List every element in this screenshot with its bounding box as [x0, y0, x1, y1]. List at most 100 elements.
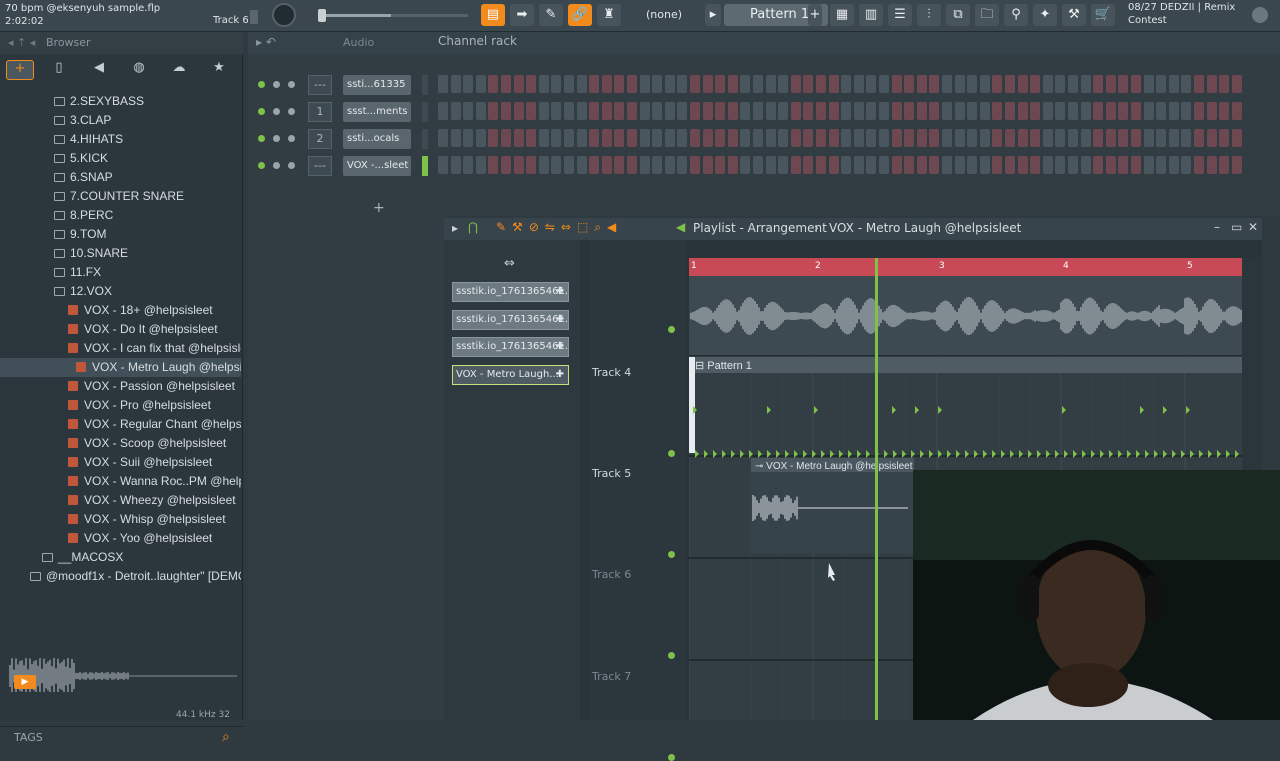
step-button[interactable] [828, 156, 839, 174]
step-button[interactable] [841, 156, 852, 174]
step-button[interactable] [576, 156, 587, 174]
step-button[interactable] [475, 156, 486, 174]
browser-folder-item[interactable]: @moodf1x - Detroit..laughter" [DEMO] [0, 567, 241, 586]
step-button[interactable] [828, 102, 839, 120]
step-button[interactable] [866, 102, 877, 120]
step-button[interactable] [475, 102, 486, 120]
channel-row[interactable]: --- ssti...61335 [248, 74, 1248, 96]
fl-logo-icon[interactable] [1252, 7, 1268, 23]
step-button[interactable] [778, 102, 789, 120]
step-button[interactable] [690, 75, 700, 93]
pattern-prev-icon[interactable]: ▸ [705, 4, 721, 26]
step-button[interactable] [765, 75, 776, 93]
browser-folder-item[interactable]: 7.COUNTER SNARE [0, 187, 241, 206]
step-button[interactable] [601, 102, 612, 120]
snap-selector[interactable]: (none) [646, 8, 682, 21]
step-button[interactable] [450, 102, 461, 120]
step-button[interactable] [979, 75, 990, 93]
step-button[interactable] [526, 156, 537, 174]
browser-sample-item[interactable]: VOX - Wheezy @helpsisleet [0, 491, 241, 510]
step-button[interactable] [765, 102, 776, 120]
step-button[interactable] [538, 129, 549, 147]
step-button[interactable] [853, 102, 864, 120]
step-button[interactable] [576, 75, 587, 93]
step-button[interactable] [816, 129, 826, 147]
step-button[interactable] [677, 75, 688, 93]
step-button[interactable] [1168, 75, 1179, 93]
step-button[interactable] [1219, 129, 1230, 147]
step-button[interactable] [727, 156, 738, 174]
step-button[interactable] [639, 156, 650, 174]
step-button[interactable] [979, 129, 990, 147]
step-button[interactable] [942, 129, 952, 147]
step-button[interactable] [450, 75, 461, 93]
tools-icon[interactable]: ✦ [1033, 4, 1057, 26]
browser-sample-item[interactable]: VOX - Whisp @helpsisleet [0, 510, 241, 529]
step-button[interactable] [727, 75, 738, 93]
step-button[interactable] [1181, 156, 1192, 174]
plugin-icon[interactable]: ⚲ [1004, 4, 1028, 26]
step-button[interactable] [513, 156, 524, 174]
browser-folder-item[interactable]: 3.CLAP [0, 111, 241, 130]
timeline-ruler[interactable]: 1 2 3 4 5 [689, 258, 1242, 276]
step-button[interactable] [891, 102, 902, 120]
step-button[interactable] [1080, 102, 1091, 120]
step-button[interactable] [727, 102, 738, 120]
step-button[interactable] [1181, 129, 1192, 147]
step-button[interactable] [1017, 75, 1028, 93]
step-button[interactable] [538, 75, 549, 93]
step-button[interactable] [564, 129, 574, 147]
step-button[interactable] [954, 156, 965, 174]
step-button[interactable] [526, 102, 537, 120]
step-button[interactable] [438, 129, 448, 147]
step-button[interactable] [576, 102, 587, 120]
step-button[interactable] [979, 156, 990, 174]
step-button[interactable] [450, 156, 461, 174]
step-button[interactable] [1181, 75, 1192, 93]
all-icon[interactable]: + [6, 60, 34, 80]
step-button[interactable] [816, 156, 826, 174]
step-button[interactable] [1005, 75, 1015, 93]
picker-clip[interactable]: ssstik.io_1761365461... ✚ [452, 337, 569, 357]
step-button[interactable] [790, 75, 801, 93]
step-button[interactable] [538, 156, 549, 174]
channel-knob-icon[interactable] [288, 108, 295, 115]
browser-folder-item[interactable]: 5.KICK [0, 149, 241, 168]
step-button[interactable] [438, 156, 448, 174]
browser-sample-item[interactable]: VOX - Metro Laugh @helpsisleet [0, 358, 241, 377]
picker-clip[interactable]: ssstik.io_1761365461... ✚ [452, 309, 569, 330]
step-button[interactable] [614, 129, 625, 147]
browser-folder-item[interactable]: 9.TOM [0, 225, 241, 244]
step-button[interactable] [942, 102, 952, 120]
playhead[interactable] [875, 258, 878, 720]
step-button[interactable] [1030, 129, 1041, 147]
step-button[interactable] [614, 75, 625, 93]
step-button[interactable] [702, 102, 713, 120]
step-button[interactable] [816, 75, 826, 93]
step-button[interactable] [1005, 156, 1015, 174]
step-button[interactable] [652, 156, 663, 174]
maximize-icon[interactable]: ▭ [1231, 220, 1242, 234]
channel-row[interactable]: 2 ssti...ocals [248, 128, 1248, 150]
step-button[interactable] [664, 75, 675, 93]
step-button[interactable] [463, 75, 474, 93]
step-button[interactable] [475, 129, 486, 147]
step-button[interactable] [627, 102, 637, 120]
step-button[interactable] [463, 129, 474, 147]
step-button[interactable] [501, 102, 511, 120]
step-button[interactable] [1131, 129, 1141, 147]
step-button[interactable] [1194, 156, 1204, 174]
step-button[interactable] [538, 102, 549, 120]
track-mute-led[interactable] [668, 754, 675, 761]
playlist-window-icon[interactable]: ▦ [830, 4, 854, 26]
step-button[interactable] [463, 102, 474, 120]
step-button[interactable] [614, 156, 625, 174]
step-button[interactable] [551, 156, 562, 174]
step-button[interactable] [740, 129, 751, 147]
step-button[interactable] [488, 75, 499, 93]
step-button[interactable] [929, 129, 940, 147]
step-button[interactable] [1231, 156, 1242, 174]
step-button[interactable] [564, 75, 574, 93]
browser-sample-item[interactable]: VOX - Scoop @helpsisleet [0, 434, 241, 453]
channel-name-button[interactable]: ssti...61335 [343, 75, 411, 95]
